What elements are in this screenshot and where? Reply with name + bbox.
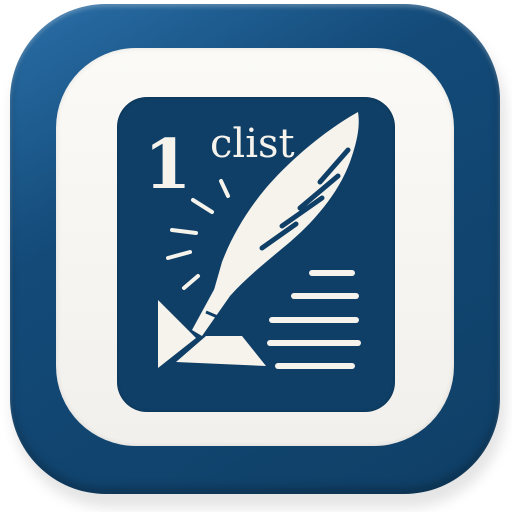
number-label: 1 <box>144 125 191 205</box>
text-lines-icon <box>267 270 361 369</box>
word-label: clist <box>210 121 295 167</box>
icon-artwork: 1 clist <box>144 112 361 369</box>
app-icon: 1 clist <box>0 0 512 512</box>
